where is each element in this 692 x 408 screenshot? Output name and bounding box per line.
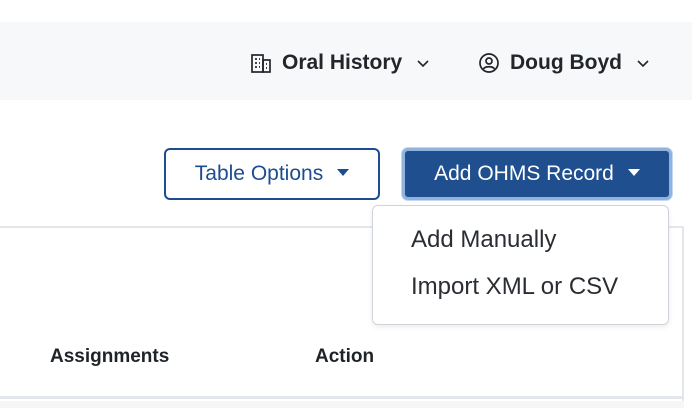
caret-down-icon — [337, 168, 350, 176]
table-row — [0, 401, 684, 408]
chevron-down-icon — [416, 58, 430, 68]
user-name: Doug Boyd — [510, 51, 622, 74]
page: Oral History Doug Boyd Table Options Add… — [0, 0, 692, 408]
chevron-down-icon — [636, 58, 650, 68]
organization-switcher[interactable]: Oral History — [250, 49, 430, 77]
organization-label: Oral History — [282, 51, 403, 74]
caret-down-icon — [627, 168, 640, 176]
menu-item-import-xml-csv[interactable]: Import XML or CSV — [411, 273, 618, 301]
table-options-label: Table Options — [194, 162, 324, 185]
building-icon — [250, 52, 272, 74]
add-ohms-record-label: Add OHMS Record — [434, 162, 614, 185]
add-ohms-record-button[interactable]: Add OHMS Record — [402, 148, 672, 200]
column-header-assignments[interactable]: Assignments — [50, 346, 169, 368]
add-record-dropdown-menu: Add Manually Import XML or CSV — [372, 205, 669, 325]
table-header-divider — [0, 396, 684, 399]
table-options-button[interactable]: Table Options — [164, 148, 380, 200]
user-menu[interactable]: Doug Boyd — [478, 49, 650, 77]
menu-item-add-manually[interactable]: Add Manually — [411, 226, 556, 254]
user-circle-icon — [478, 52, 500, 74]
column-header-action: Action — [315, 346, 375, 367]
